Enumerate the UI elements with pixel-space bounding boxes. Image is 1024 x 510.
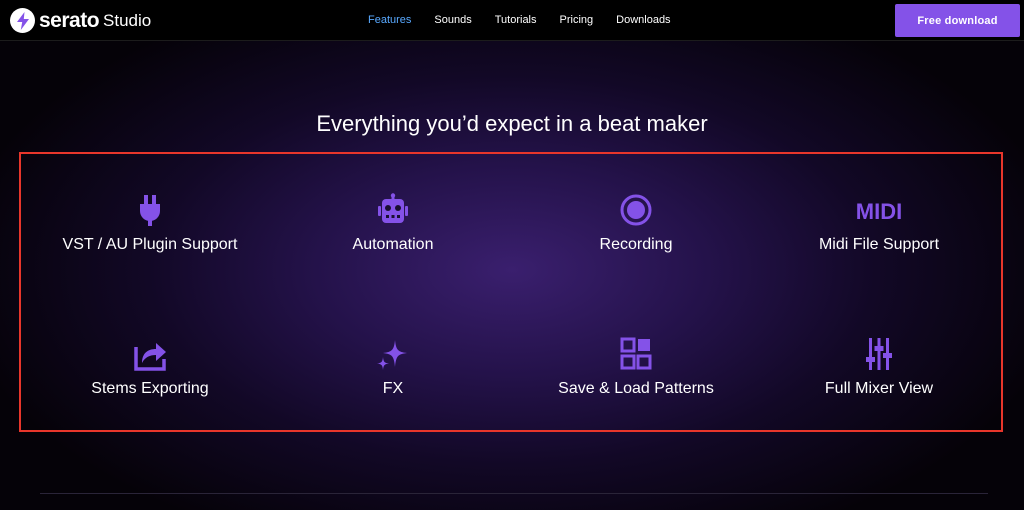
nav-link-tutorials[interactable]: Tutorials: [495, 13, 537, 27]
section-divider: [40, 493, 988, 494]
feature-label: FX: [382, 380, 404, 397]
section-headline: Everything you’d expect in a beat maker: [316, 111, 708, 136]
feature-label: Midi File Support: [818, 236, 940, 253]
free-download-button[interactable]: Free download: [895, 4, 1020, 37]
brand-name: serato: [39, 8, 100, 32]
midi-icon: MIDI: [856, 199, 902, 224]
site-header: serato Studio Features Sounds Tutorials …: [0, 0, 1024, 41]
plug-icon: [140, 195, 160, 226]
feature-stems-exporting: Stems Exporting: [30, 337, 270, 399]
feature-label: VST / AU Plugin Support: [62, 236, 238, 253]
feature-automation: Automation: [273, 193, 513, 255]
nav-link-features[interactable]: Features: [368, 13, 411, 27]
record-icon: [620, 194, 652, 226]
midi-icon-text: MIDI: [856, 199, 902, 224]
lightning-bolt-icon: [10, 8, 35, 33]
feature-midi-file-support: MIDI Midi File Support: [759, 193, 999, 255]
feature-label: Recording: [599, 236, 673, 253]
page: serato Studio Features Sounds Tutorials …: [0, 0, 1024, 510]
main-nav: Features Sounds Tutorials Pricing Downlo…: [368, 13, 694, 27]
export-icon: [134, 343, 166, 371]
nav-link-pricing[interactable]: Pricing: [560, 13, 594, 27]
feature-save-load-patterns: Save & Load Patterns: [516, 337, 756, 399]
sparkle-icon: [377, 340, 407, 370]
nav-link-sounds[interactable]: Sounds: [434, 13, 471, 27]
feature-fx: FX: [273, 337, 513, 399]
feature-full-mixer-view: Full Mixer View: [759, 337, 999, 399]
grid-icon: [620, 337, 652, 370]
mixer-sliders-icon: [866, 338, 892, 370]
product-name: Studio: [103, 10, 152, 30]
feature-recording: Recording: [516, 193, 756, 255]
serato-studio-logo[interactable]: serato Studio: [10, 8, 151, 33]
nav-link-downloads[interactable]: Downloads: [616, 13, 670, 27]
feature-vst-au-plugin-support: VST / AU Plugin Support: [30, 193, 270, 255]
feature-label: Full Mixer View: [824, 380, 934, 397]
robot-icon: [378, 193, 408, 223]
feature-label: Stems Exporting: [91, 380, 209, 397]
feature-label: Save & Load Patterns: [558, 380, 714, 397]
feature-label: Automation: [352, 236, 434, 253]
